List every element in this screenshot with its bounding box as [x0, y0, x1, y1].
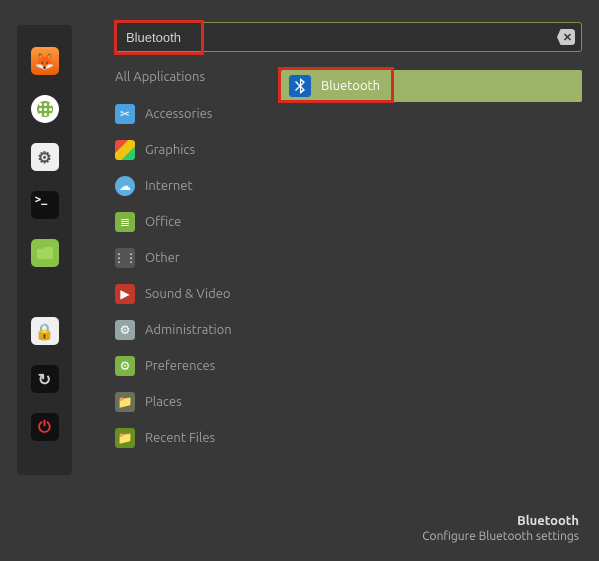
category-label: Office — [145, 215, 181, 229]
result-bluetooth[interactable]: Bluetooth — [281, 70, 582, 102]
category-icon: ⚙ — [115, 356, 135, 376]
category-icon: ⚙ — [115, 320, 135, 340]
category-preferences[interactable]: ⚙ Preferences — [115, 356, 265, 376]
category-label: Graphics — [145, 143, 195, 157]
category-list: All Applications ✂ Accessories Graphics ☁ In… — [115, 70, 265, 448]
category-label: Recent Files — [145, 431, 215, 445]
category-icon: 📁 — [115, 428, 135, 448]
category-other[interactable]: ⋮⋮ Other — [115, 248, 265, 268]
result-label: Bluetooth — [321, 79, 380, 93]
search-field[interactable]: ✕ — [115, 22, 582, 52]
update-icon[interactable]: ↻ — [31, 365, 59, 393]
category-all-applications[interactable]: All Applications — [115, 70, 265, 84]
search-input[interactable] — [116, 23, 557, 51]
power-icon[interactable]: ⏻ — [31, 413, 59, 441]
favorites-sidebar: 🦊 ⚙ >_ 🔒 ↻ ⏻ — [17, 25, 72, 475]
category-accessories[interactable]: ✂ Accessories — [115, 104, 265, 124]
category-label: Administration — [145, 323, 232, 337]
results-list: Bluetooth — [281, 70, 582, 448]
category-label: Accessories — [145, 107, 212, 121]
category-sound-video[interactable]: ▶ Sound & Video — [115, 284, 265, 304]
firefox-icon[interactable]: 🦊 — [31, 47, 59, 75]
category-icon: 📁 — [115, 392, 135, 412]
category-office[interactable]: ≣ Office — [115, 212, 265, 232]
category-icon: ≣ — [115, 212, 135, 232]
category-internet[interactable]: ☁ Internet — [115, 176, 265, 196]
category-icon: ▶ — [115, 284, 135, 304]
clear-search-icon[interactable]: ✕ — [557, 29, 575, 45]
category-label: Preferences — [145, 359, 215, 373]
files-icon[interactable] — [31, 239, 59, 267]
app-subtitle: Configure Bluetooth settings — [422, 530, 579, 543]
category-icon — [115, 140, 135, 160]
category-label: Internet — [145, 179, 193, 193]
category-recent-files[interactable]: 📁 Recent Files — [115, 428, 265, 448]
category-icon: ⋮⋮ — [115, 248, 135, 268]
category-icon: ✂ — [115, 104, 135, 124]
terminal-icon[interactable]: >_ — [31, 191, 59, 219]
category-icon: ☁ — [115, 176, 135, 196]
category-label: All Applications — [115, 70, 205, 84]
category-label: Other — [145, 251, 180, 265]
app-description: Bluetooth Configure Bluetooth settings — [422, 514, 579, 543]
category-graphics[interactable]: Graphics — [115, 140, 265, 160]
app-title: Bluetooth — [422, 514, 579, 528]
category-label: Places — [145, 395, 182, 409]
settings-icon[interactable]: ⚙ — [31, 143, 59, 171]
bluetooth-icon — [289, 75, 311, 97]
apps-grid-icon[interactable] — [31, 95, 59, 123]
menu-main: ✕ All Applications ✂ Accessories Graphics ☁… — [115, 22, 582, 561]
category-label: Sound & Video — [145, 287, 231, 301]
category-administration[interactable]: ⚙ Administration — [115, 320, 265, 340]
lock-icon[interactable]: 🔒 — [31, 317, 59, 345]
category-places[interactable]: 📁 Places — [115, 392, 265, 412]
